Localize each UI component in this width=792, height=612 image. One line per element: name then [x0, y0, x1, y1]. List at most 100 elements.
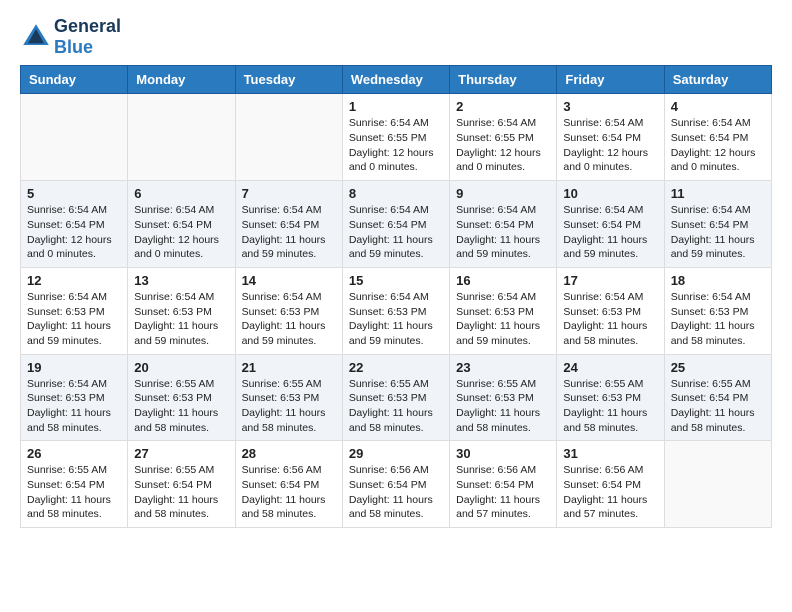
day-info-text: Sunrise: 6:55 AMSunset: 6:54 PMDaylight:…: [27, 463, 121, 522]
day-info-text: Sunrise: 6:54 AMSunset: 6:53 PMDaylight:…: [349, 290, 443, 349]
calendar-cell: 25 Sunrise: 6:55 AMSunset: 6:54 PMDayligh…: [664, 354, 771, 441]
calendar-week-row: 26 Sunrise: 6:55 AMSunset: 6:54 PMDayligh…: [21, 441, 772, 528]
day-number: 29: [349, 446, 443, 461]
calendar-cell: 1Sunrise: 6:54 AMSunset: 6:55 PMDaylight…: [342, 94, 449, 181]
day-info-text: Sunrise: 6:55 AMSunset: 6:53 PMDaylight:…: [456, 377, 550, 436]
day-number: 18: [671, 273, 765, 288]
calendar-cell: 11 Sunrise: 6:54 AMSunset: 6:54 PMDayligh…: [664, 181, 771, 268]
day-number: 17: [563, 273, 657, 288]
day-info-text: Sunrise: 6:54 AMSunset: 6:54 PMDaylight:…: [563, 203, 657, 262]
day-number: 11: [671, 186, 765, 201]
day-number: 22: [349, 360, 443, 375]
day-info-text: Sunrise: 6:55 AMSunset: 6:53 PMDaylight:…: [349, 377, 443, 436]
calendar-table: SundayMondayTuesdayWednesdayThursdayFrid…: [20, 65, 772, 528]
day-number: 5: [27, 186, 121, 201]
calendar-wrapper: SundayMondayTuesdayWednesdayThursdayFrid…: [0, 65, 792, 538]
day-number: 20: [134, 360, 228, 375]
day-number: 26: [27, 446, 121, 461]
calendar-week-row: 12Sunrise: 6:54 AMSunset: 6:53 PMDayligh…: [21, 267, 772, 354]
calendar-cell: 26 Sunrise: 6:55 AMSunset: 6:54 PMDayligh…: [21, 441, 128, 528]
day-info-text: Sunrise: 6:54 AMSunset: 6:53 PMDaylight:…: [671, 290, 765, 349]
logo: General Blue: [20, 16, 121, 57]
calendar-cell: 2Sunrise: 6:54 AMSunset: 6:55 PMDaylight…: [450, 94, 557, 181]
day-info-text: Sunrise: 6:54 AMSunset: 6:54 PMDaylight:…: [563, 116, 657, 175]
day-info-text: Sunrise: 6:54 AMSunset: 6:53 PMDaylight:…: [27, 290, 121, 349]
day-info-text: Sunrise: 6:54 AMSunset: 6:54 PMDaylight:…: [27, 203, 121, 262]
calendar-cell: 4Sunrise: 6:54 AMSunset: 6:54 PMDaylight…: [664, 94, 771, 181]
logo-icon: [20, 21, 52, 53]
weekday-header-wednesday: Wednesday: [342, 66, 449, 94]
day-number: 19: [27, 360, 121, 375]
day-info-text: Sunrise: 6:55 AMSunset: 6:54 PMDaylight:…: [671, 377, 765, 436]
day-info-text: Sunrise: 6:54 AMSunset: 6:54 PMDaylight:…: [134, 203, 228, 262]
day-number: 14: [242, 273, 336, 288]
weekday-header-thursday: Thursday: [450, 66, 557, 94]
day-number: 16: [456, 273, 550, 288]
day-number: 27: [134, 446, 228, 461]
day-info-text: Sunrise: 6:54 AMSunset: 6:53 PMDaylight:…: [456, 290, 550, 349]
day-info-text: Sunrise: 6:54 AMSunset: 6:54 PMDaylight:…: [242, 203, 336, 262]
weekday-header-friday: Friday: [557, 66, 664, 94]
day-number: 25: [671, 360, 765, 375]
calendar-cell: 16 Sunrise: 6:54 AMSunset: 6:53 PMDayligh…: [450, 267, 557, 354]
day-info-text: Sunrise: 6:56 AMSunset: 6:54 PMDaylight:…: [456, 463, 550, 522]
day-info-text: Sunrise: 6:55 AMSunset: 6:53 PMDaylight:…: [563, 377, 657, 436]
day-number: 21: [242, 360, 336, 375]
calendar-cell: 24 Sunrise: 6:55 AMSunset: 6:53 PMDayligh…: [557, 354, 664, 441]
day-info-text: Sunrise: 6:54 AMSunset: 6:54 PMDaylight:…: [671, 203, 765, 262]
calendar-cell: 13 Sunrise: 6:54 AMSunset: 6:53 PMDayligh…: [128, 267, 235, 354]
calendar-cell: 10 Sunrise: 6:54 AMSunset: 6:54 PMDayligh…: [557, 181, 664, 268]
day-info-text: Sunrise: 6:54 AMSunset: 6:53 PMDaylight:…: [134, 290, 228, 349]
calendar-cell: 27 Sunrise: 6:55 AMSunset: 6:54 PMDayligh…: [128, 441, 235, 528]
day-info-text: Sunrise: 6:54 AMSunset: 6:55 PMDaylight:…: [456, 116, 550, 175]
calendar-cell: 22 Sunrise: 6:55 AMSunset: 6:53 PMDayligh…: [342, 354, 449, 441]
day-number: 23: [456, 360, 550, 375]
calendar-cell: [21, 94, 128, 181]
day-number: 13: [134, 273, 228, 288]
day-number: 28: [242, 446, 336, 461]
day-number: 30: [456, 446, 550, 461]
day-info-text: Sunrise: 6:54 AMSunset: 6:53 PMDaylight:…: [563, 290, 657, 349]
day-number: 10: [563, 186, 657, 201]
calendar-cell: 3 Sunrise: 6:54 AMSunset: 6:54 PMDaylight…: [557, 94, 664, 181]
calendar-week-row: 19 Sunrise: 6:54 AMSunset: 6:53 PMDayligh…: [21, 354, 772, 441]
day-number: 3: [563, 99, 657, 114]
day-info-text: Sunrise: 6:56 AMSunset: 6:54 PMDaylight:…: [563, 463, 657, 522]
calendar-cell: 28 Sunrise: 6:56 AMSunset: 6:54 PMDayligh…: [235, 441, 342, 528]
day-info-text: Sunrise: 6:54 AMSunset: 6:53 PMDaylight:…: [242, 290, 336, 349]
calendar-cell: 17 Sunrise: 6:54 AMSunset: 6:53 PMDayligh…: [557, 267, 664, 354]
day-info-text: Sunrise: 6:55 AMSunset: 6:53 PMDaylight:…: [134, 377, 228, 436]
weekday-header-saturday: Saturday: [664, 66, 771, 94]
page-header: General Blue: [0, 0, 792, 65]
calendar-cell: 18 Sunrise: 6:54 AMSunset: 6:53 PMDayligh…: [664, 267, 771, 354]
calendar-cell: 19 Sunrise: 6:54 AMSunset: 6:53 PMDayligh…: [21, 354, 128, 441]
day-info-text: Sunrise: 6:55 AMSunset: 6:54 PMDaylight:…: [134, 463, 228, 522]
day-number: 9: [456, 186, 550, 201]
day-number: 6: [134, 186, 228, 201]
weekday-header-sunday: Sunday: [21, 66, 128, 94]
weekday-header-monday: Monday: [128, 66, 235, 94]
calendar-cell: 8 Sunrise: 6:54 AMSunset: 6:54 PMDaylight…: [342, 181, 449, 268]
day-info-text: Sunrise: 6:54 AMSunset: 6:54 PMDaylight:…: [349, 203, 443, 262]
day-number: 24: [563, 360, 657, 375]
day-info-text: Sunrise: 6:56 AMSunset: 6:54 PMDaylight:…: [242, 463, 336, 522]
day-info-text: Sunrise: 6:54 AMSunset: 6:55 PMDaylight:…: [349, 116, 443, 175]
calendar-cell: 5 Sunrise: 6:54 AMSunset: 6:54 PMDaylight…: [21, 181, 128, 268]
logo-text-line1: General: [54, 16, 121, 37]
calendar-week-row: 5 Sunrise: 6:54 AMSunset: 6:54 PMDaylight…: [21, 181, 772, 268]
calendar-week-row: 1Sunrise: 6:54 AMSunset: 6:55 PMDaylight…: [21, 94, 772, 181]
calendar-cell: 20 Sunrise: 6:55 AMSunset: 6:53 PMDayligh…: [128, 354, 235, 441]
day-number: 7: [242, 186, 336, 201]
calendar-cell: 6 Sunrise: 6:54 AMSunset: 6:54 PMDaylight…: [128, 181, 235, 268]
day-info-text: Sunrise: 6:54 AMSunset: 6:54 PMDaylight:…: [456, 203, 550, 262]
calendar-cell: [235, 94, 342, 181]
day-info-text: Sunrise: 6:54 AMSunset: 6:53 PMDaylight:…: [27, 377, 121, 436]
calendar-cell: 12Sunrise: 6:54 AMSunset: 6:53 PMDayligh…: [21, 267, 128, 354]
weekday-header-row: SundayMondayTuesdayWednesdayThursdayFrid…: [21, 66, 772, 94]
day-number: 4: [671, 99, 765, 114]
logo-text-line2: Blue: [54, 37, 121, 58]
day-info-text: Sunrise: 6:55 AMSunset: 6:53 PMDaylight:…: [242, 377, 336, 436]
calendar-cell: 30 Sunrise: 6:56 AMSunset: 6:54 PMDayligh…: [450, 441, 557, 528]
day-number: 8: [349, 186, 443, 201]
calendar-cell: 21 Sunrise: 6:55 AMSunset: 6:53 PMDayligh…: [235, 354, 342, 441]
